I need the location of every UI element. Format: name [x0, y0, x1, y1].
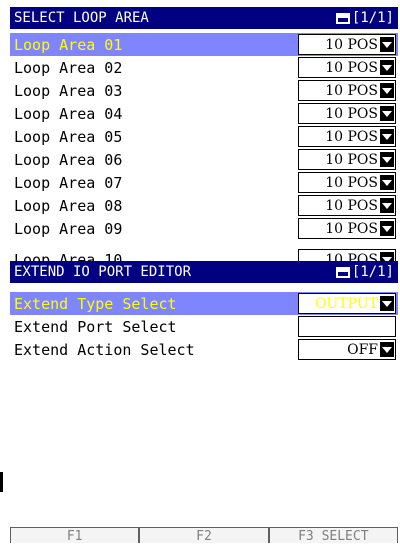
loop-area-pos-value: 10 POS: [325, 151, 378, 168]
loop-panel-page-label: [1/1]: [351, 10, 394, 26]
loop-area-pos-value: 10 POS: [325, 251, 378, 262]
loop-area-row-01[interactable]: Loop Area 01 10 POS: [10, 33, 398, 56]
window-icon: [335, 266, 350, 278]
loop-area-pos-value: 10 POS: [325, 197, 378, 214]
extend-type-select[interactable]: OUTPUT: [298, 293, 396, 314]
loop-area-row-03[interactable]: Loop Area 03 10 POS: [10, 79, 398, 102]
loop-area-row-02[interactable]: Loop Area 02 10 POS: [10, 56, 398, 79]
extend-action-label: Extend Action Select: [14, 340, 195, 359]
extend-action-select[interactable]: OFF: [298, 339, 396, 360]
dropdown-arrow-icon[interactable]: [380, 175, 394, 190]
loop-area-pos-value: 10 POS: [325, 36, 378, 53]
f3-select-key[interactable]: F3 SELECT: [268, 527, 398, 544]
dropdown-arrow-icon[interactable]: [380, 252, 394, 261]
loop-area-label: Loop Area 08: [14, 196, 123, 215]
dropdown-arrow-icon[interactable]: [380, 342, 394, 357]
f2-key[interactable]: F2: [139, 527, 269, 544]
loop-area-label: Loop Area 07: [14, 173, 123, 192]
dropdown-arrow-icon[interactable]: [380, 83, 394, 98]
loop-area-row-05[interactable]: Loop Area 05 10 POS: [10, 125, 398, 148]
loop-area-label: Loop Area 02: [14, 58, 123, 77]
dropdown-arrow-icon[interactable]: [380, 60, 394, 75]
side-marker: [0, 472, 3, 492]
loop-panel-page: [1/1]: [335, 10, 394, 26]
loop-area-row-06[interactable]: Loop Area 06 10 POS: [10, 148, 398, 171]
function-key-bar: F1 F2 F3 SELECT: [10, 527, 398, 544]
loop-area-pos-select[interactable]: 10 POS: [298, 80, 396, 101]
loop-area-pos-select[interactable]: 10 POS: [298, 57, 396, 78]
extend-port-field[interactable]: [298, 316, 396, 337]
loop-area-label: Loop Area 01: [14, 35, 123, 54]
loop-panel-title: SELECT LOOP AREA: [14, 10, 149, 26]
loop-area-pos-value: 10 POS: [325, 59, 378, 76]
extend-type-row[interactable]: Extend Type Select OUTPUT: [10, 292, 398, 315]
loop-area-pos-value: 10 POS: [325, 174, 378, 191]
io-panel-page-label: [1/1]: [351, 264, 394, 280]
loop-area-row-10[interactable]: Loop Area 10 10 POS: [10, 248, 398, 261]
loop-area-label: Loop Area 06: [14, 150, 123, 169]
extend-port-row[interactable]: Extend Port Select: [10, 315, 398, 338]
loop-area-row-07[interactable]: Loop Area 07 10 POS: [10, 171, 398, 194]
dropdown-arrow-icon[interactable]: [380, 221, 394, 236]
dropdown-arrow-icon[interactable]: [380, 152, 394, 167]
extend-type-value: OUTPUT: [315, 295, 378, 312]
extend-action-value: OFF: [347, 341, 378, 358]
loop-area-label: Loop Area 05: [14, 127, 123, 146]
loop-area-pos-select[interactable]: 10 POS: [298, 249, 396, 261]
io-panel-title: EXTEND IO PORT EDITOR: [14, 264, 192, 280]
io-panel-page: [1/1]: [335, 264, 394, 280]
extend-type-label: Extend Type Select: [14, 294, 177, 313]
f1-key[interactable]: F1: [10, 527, 140, 544]
loop-area-pos-select[interactable]: 10 POS: [298, 218, 396, 239]
loop-area-pos-value: 10 POS: [325, 128, 378, 145]
loop-area-label: Loop Area 04: [14, 104, 123, 123]
loop-area-list: Loop Area 01 10 POS Loop Area 02 10 POS …: [10, 33, 398, 240]
dropdown-arrow-icon[interactable]: [380, 198, 394, 213]
dropdown-arrow-icon[interactable]: [380, 129, 394, 144]
loop-area-pos-select[interactable]: 10 POS: [298, 34, 396, 55]
dropdown-arrow-icon[interactable]: [380, 106, 394, 121]
loop-area-pos-select[interactable]: 10 POS: [298, 103, 396, 124]
dropdown-arrow-icon[interactable]: [380, 37, 394, 52]
extend-port-label: Extend Port Select: [14, 317, 177, 336]
loop-area-pos-value: 10 POS: [325, 105, 378, 122]
loop-area-pos-select[interactable]: 10 POS: [298, 172, 396, 193]
loop-area-row-10-clip: Loop Area 10 10 POS: [10, 248, 398, 261]
io-setting-list: Extend Type Select OUTPUT Extend Port Se…: [10, 292, 398, 361]
loop-area-pos-select[interactable]: 10 POS: [298, 149, 396, 170]
window-icon: [335, 12, 350, 24]
loop-area-label: Loop Area 10: [14, 250, 123, 262]
loop-area-label: Loop Area 03: [14, 81, 123, 100]
loop-area-pos-value: 10 POS: [325, 82, 378, 99]
loop-area-row-08[interactable]: Loop Area 08 10 POS: [10, 194, 398, 217]
dropdown-arrow-icon[interactable]: [380, 296, 394, 311]
loop-area-label: Loop Area 09: [14, 219, 123, 238]
loop-area-pos-select[interactable]: 10 POS: [298, 126, 396, 147]
loop-area-row-09[interactable]: Loop Area 09 10 POS: [10, 217, 398, 240]
loop-area-pos-select[interactable]: 10 POS: [298, 195, 396, 216]
loop-panel-titlebar: SELECT LOOP AREA [1/1]: [10, 7, 398, 29]
extend-action-row[interactable]: Extend Action Select OFF: [10, 338, 398, 361]
io-panel-titlebar: EXTEND IO PORT EDITOR [1/1]: [10, 261, 398, 283]
loop-area-pos-value: 10 POS: [325, 220, 378, 237]
loop-area-row-04[interactable]: Loop Area 04 10 POS: [10, 102, 398, 125]
